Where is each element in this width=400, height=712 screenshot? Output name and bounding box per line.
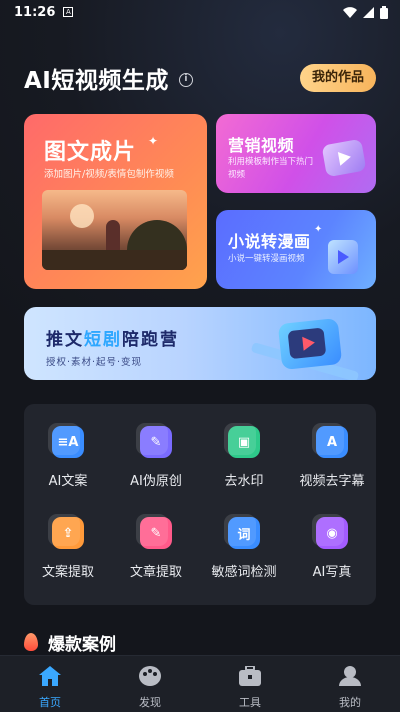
tv-play-icon: [277, 317, 343, 371]
bottom-tab-bar: 首页 发现 工具 我的: [0, 655, 400, 712]
section-title: 爆款案例: [48, 634, 116, 655]
image-to-video-card[interactable]: 图文成片 ✦ 添加图片/视频/表情包制作视频: [24, 114, 207, 289]
toolbox-icon: [239, 665, 261, 690]
tool-label: 去水印: [224, 474, 264, 489]
play-button-3d-icon: [321, 138, 367, 178]
tool-item[interactable]: ⇪ 文案提取: [24, 514, 112, 608]
sensitive-word-icon: 词: [224, 514, 260, 549]
card-subtitle: 利用模板制作当下热门视频: [228, 157, 314, 180]
book-play-3d-icon: [328, 240, 358, 274]
my-works-button[interactable]: 我的作品: [299, 64, 376, 92]
tab-profile[interactable]: 我的: [300, 656, 400, 712]
tool-item[interactable]: ✎ 文章提取: [112, 514, 200, 608]
extract-copy-icon: ⇪: [48, 514, 84, 549]
tools-grid: ≡A AI文案 ✎ AI伪原创 ▣ 去水印 A 视频去字幕 ⇪ 文案提取 ✎ 文章提取词敏感词检测 ◉ A…: [24, 404, 376, 605]
tool-label: 文章提取: [129, 565, 182, 580]
battery-icon: [380, 5, 388, 19]
page-title: AI短视频生成: [24, 68, 169, 94]
tool-label: AI文案: [48, 474, 88, 489]
tool-item[interactable]: 词敏感词检测: [200, 514, 288, 608]
sun-shape: [70, 204, 94, 228]
tab-discover[interactable]: 发现: [100, 656, 200, 712]
banner-title: 推文短剧陪跑营: [46, 330, 179, 350]
notification-icon: A: [63, 7, 74, 17]
tool-label: 敏感词检测: [211, 565, 277, 580]
card-subtitle: 小说一键转漫画视频: [228, 254, 305, 264]
ai-copywriting-icon: ≡A: [48, 423, 84, 458]
status-time: 11:26: [14, 4, 56, 20]
tool-item[interactable]: A 视频去字幕: [288, 423, 376, 517]
tab-label: 首页: [39, 696, 61, 709]
card-title: 图文成片: [44, 140, 137, 165]
card-subtitle: 添加图片/视频/表情包制作视频: [44, 169, 174, 180]
marketing-video-card[interactable]: 营销视频 利用模板制作当下热门视频: [216, 114, 376, 193]
tab-label: 我的: [339, 696, 361, 709]
novel-to-comic-card[interactable]: 小说转漫画 ✦ 小说一键转漫画视频: [216, 210, 376, 289]
short-drama-camp-banner[interactable]: 推文短剧陪跑营 授权·素材·起号·变现: [24, 307, 376, 380]
sample-photo: [42, 190, 187, 270]
tool-label: AI写真: [312, 565, 352, 580]
ai-portrait-icon: ◉: [312, 514, 348, 549]
tab-label: 工具: [239, 696, 261, 709]
banner-subtitle: 授权·素材·起号·变现: [46, 357, 143, 368]
tool-item[interactable]: ▣ 去水印: [200, 423, 288, 517]
info-icon[interactable]: i: [178, 72, 193, 87]
hot-cases-section: 爆款案例: [24, 631, 116, 655]
tool-label: 视频去字幕: [299, 474, 365, 489]
home-icon: [39, 666, 61, 690]
profile-icon: [339, 666, 361, 690]
tool-item[interactable]: ✎ AI伪原创: [112, 423, 200, 517]
fire-icon: [24, 633, 38, 651]
remove-subtitle-icon: A: [312, 423, 348, 458]
tab-home[interactable]: 首页: [0, 656, 100, 712]
status-bar: 11:26 A: [0, 0, 400, 24]
extract-article-icon: ✎: [136, 514, 172, 549]
page-header: AI短视频生成 i 我的作品: [24, 58, 376, 98]
wifi-icon: [343, 6, 357, 18]
grass-shape: [42, 250, 187, 270]
card-title: 营销视频: [228, 136, 295, 155]
tab-label: 发现: [139, 696, 161, 709]
tab-toolbox[interactable]: 工具: [200, 656, 300, 712]
remove-watermark-icon: ▣: [224, 423, 260, 458]
tool-item[interactable]: ◉ AI写真: [288, 514, 376, 608]
sparkle-icon: ✦: [148, 134, 159, 148]
ai-rewrite-icon: ✎: [136, 423, 172, 458]
card-title: 小说转漫画: [228, 232, 311, 251]
signal-icon: [363, 6, 374, 18]
discover-icon: [139, 666, 161, 690]
tool-label: AI伪原创: [130, 474, 182, 489]
tool-label: 文案提取: [41, 565, 94, 580]
tool-item[interactable]: ≡A AI文案: [24, 423, 112, 517]
sparkle-icon: ✦: [314, 224, 323, 235]
